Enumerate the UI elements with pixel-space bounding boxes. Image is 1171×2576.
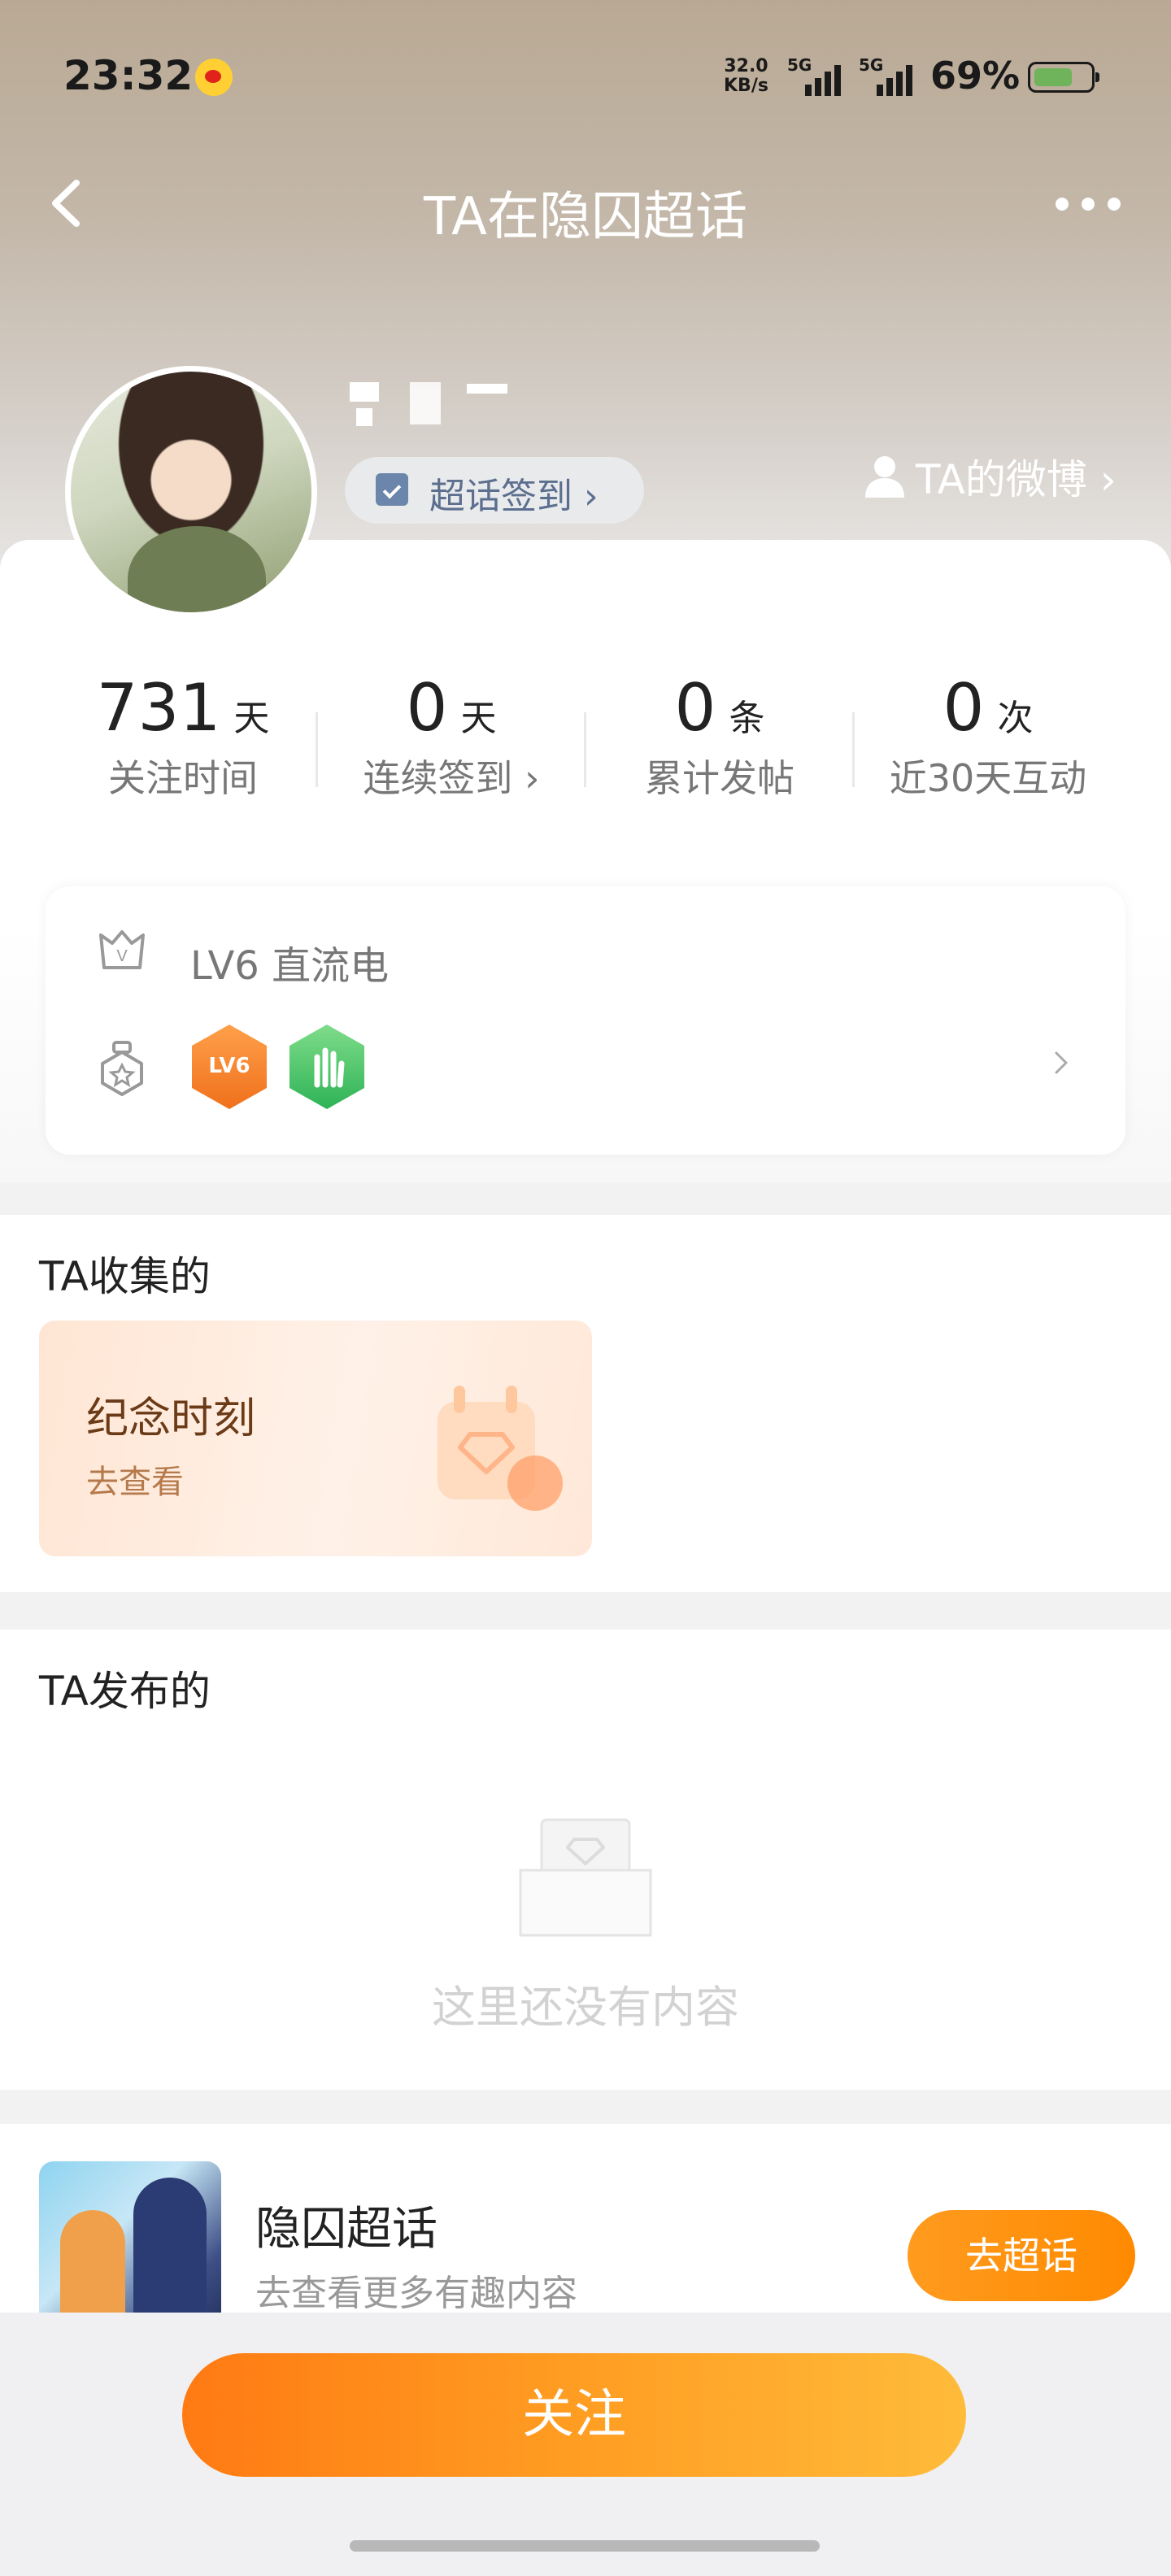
medal-icon xyxy=(101,1041,143,1096)
signal-icon: 5G xyxy=(787,55,852,96)
stat-divider xyxy=(316,712,318,787)
person-icon xyxy=(865,456,904,498)
stat-interactions: 0次 近30天互动 xyxy=(889,670,1087,800)
follow-button[interactable]: 关注 xyxy=(182,2353,966,2477)
topic-subtitle: 去查看更多有趣内容 xyxy=(255,2273,577,2314)
home-indicator[interactable] xyxy=(350,2540,820,2552)
network-speed: 32.0 KB/s xyxy=(724,57,768,96)
level-label: LV6 直流电 xyxy=(190,943,390,989)
topic-name: 隐囚超话 xyxy=(255,2203,437,2256)
battery-percent: 69% xyxy=(930,54,1021,98)
stat-checkin-streak[interactable]: 0天 连续签到 › xyxy=(317,670,586,803)
go-topic-button[interactable]: 去超话 xyxy=(908,2210,1135,2301)
crown-level-icon: V xyxy=(99,930,145,969)
weibo-icon xyxy=(195,59,233,96)
level-badge-card[interactable]: V LV6 直流电 LV6 xyxy=(46,886,1125,1155)
status-time: 23:32 xyxy=(63,52,194,99)
weibo-link-label: TA的微博 › xyxy=(916,456,1117,503)
collected-section: TA收集的 纪念时刻 去查看 xyxy=(0,1215,1171,1592)
chevron-right-icon xyxy=(1055,1051,1068,1074)
empty-box-icon xyxy=(519,1818,652,1937)
memorial-card-title: 纪念时刻 xyxy=(86,1395,256,1443)
status-bar: 23:32 32.0 KB/s 5G 5G 69% xyxy=(0,47,1171,112)
posted-title: TA发布的 xyxy=(39,1668,211,1715)
stat-divider xyxy=(852,712,855,787)
net-speed-unit: KB/s xyxy=(724,76,768,96)
more-button[interactable] xyxy=(1047,183,1129,224)
memorial-moment-card[interactable]: 纪念时刻 去查看 xyxy=(39,1321,592,1556)
signal-label-2: 5G xyxy=(859,55,884,75)
memorial-card-subtitle: 去查看 xyxy=(86,1464,184,1501)
hand-badge-icon[interactable] xyxy=(289,1025,364,1109)
checkin-button[interactable]: 超话签到 › xyxy=(345,457,644,524)
calendar-gem-icon xyxy=(437,1386,563,1511)
battery-icon xyxy=(1028,62,1099,93)
nav-bar: TA在隐囚超话 xyxy=(0,159,1171,248)
avatar[interactable] xyxy=(65,366,317,618)
calendar-check-icon xyxy=(376,473,408,506)
collected-title: TA收集的 xyxy=(39,1253,211,1300)
svg-text:V: V xyxy=(116,947,128,965)
battery-fill xyxy=(1034,68,1072,86)
page-title: TA在隐囚超话 xyxy=(424,187,747,247)
ta-weibo-link[interactable]: TA的微博 › xyxy=(864,447,1122,504)
net-speed-value: 32.0 xyxy=(724,56,768,76)
empty-state-text: 这里还没有内容 xyxy=(432,1982,739,2033)
stat-divider xyxy=(584,712,586,787)
badge-lv6-text: LV6 xyxy=(208,1054,250,1078)
bottom-bar: 关注 xyxy=(0,2313,1171,2576)
username-redacted xyxy=(350,379,512,426)
checkin-label: 超话签到 › xyxy=(429,476,599,517)
stat-follow-days: 731 天 关注时间 xyxy=(96,670,270,800)
lv6-badge-icon[interactable]: LV6 xyxy=(192,1025,267,1109)
signal-icon-2: 5G xyxy=(859,55,924,96)
posted-section: TA发布的 这里还没有内容 xyxy=(0,1630,1171,2090)
topic-card[interactable]: 隐囚超话 去查看更多有趣内容 去超话 xyxy=(0,2124,1171,2343)
stat-total-posts: 0条 累计发帖 xyxy=(645,670,794,800)
more-dots-icon xyxy=(1056,198,1069,211)
signal-label: 5G xyxy=(787,55,812,75)
